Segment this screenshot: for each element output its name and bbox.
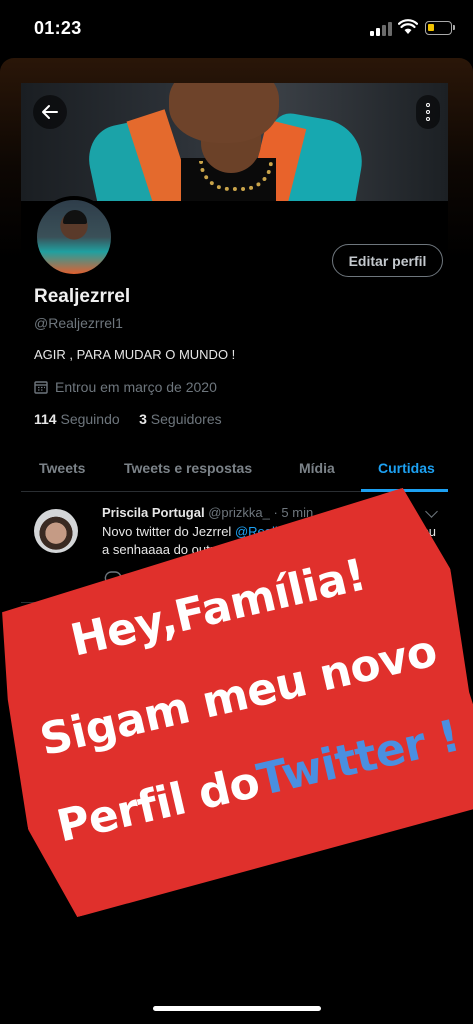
profile-tabs: Tweets Tweets e respostas Mídia Curtidas (21, 446, 448, 492)
battery-icon (425, 21, 455, 35)
profile-handle: @Realjezrrel1 (34, 315, 123, 331)
profile-avatar[interactable] (33, 196, 115, 278)
profile-bio: AGIR , PARA MUDAR O MUNDO ! (34, 347, 236, 362)
follow-stats: 114 Seguindo 3 Seguidores (34, 411, 222, 427)
tweet-separator: · (273, 505, 278, 520)
profile-name: Realjezrrel (34, 286, 131, 307)
more-options-button[interactable] (416, 95, 440, 129)
signal-icon (370, 22, 392, 36)
tweet-author-name: Priscila Portugal (102, 505, 205, 520)
followers-link[interactable]: 3 Seguidores (139, 411, 222, 427)
tweet-author-avatar[interactable] (34, 509, 78, 553)
profile-banner (21, 83, 448, 201)
tab-likes[interactable]: Curtidas (378, 460, 435, 476)
followers-count: 3 (139, 411, 147, 427)
status-time: 01:23 (34, 18, 82, 38)
calendar-icon (34, 381, 48, 394)
wifi-icon (398, 19, 418, 34)
sticker-line-3a: Perfil do (52, 756, 265, 853)
back-arrow-icon (42, 105, 58, 119)
home-indicator[interactable] (153, 1006, 321, 1011)
profile-joined: Entrou em março de 2020 (34, 379, 217, 395)
status-bar: 01:23 (0, 0, 473, 56)
edit-profile-button[interactable]: Editar perfil (332, 244, 443, 277)
following-link[interactable]: 114 Seguindo (34, 411, 120, 427)
followers-label: Seguidores (150, 411, 222, 427)
following-label: Seguindo (60, 411, 120, 427)
chevron-down-icon[interactable] (425, 505, 438, 518)
tab-media[interactable]: Mídia (299, 460, 335, 476)
joined-date: Entrou em março de 2020 (55, 379, 217, 395)
tweet-author-handle: @prizkka_ (208, 505, 270, 520)
tab-tweets[interactable]: Tweets (39, 460, 85, 476)
back-button[interactable] (33, 95, 67, 129)
sticker-twitter-word: Twitter (252, 718, 431, 807)
following-count: 114 (34, 411, 57, 427)
tweet-header: Priscila Portugal @prizkka_ · 5 min (102, 505, 313, 520)
tweet-text-start: Novo twitter do Jezrrel (102, 524, 235, 539)
tab-tweets-replies[interactable]: Tweets e respostas (124, 460, 252, 476)
